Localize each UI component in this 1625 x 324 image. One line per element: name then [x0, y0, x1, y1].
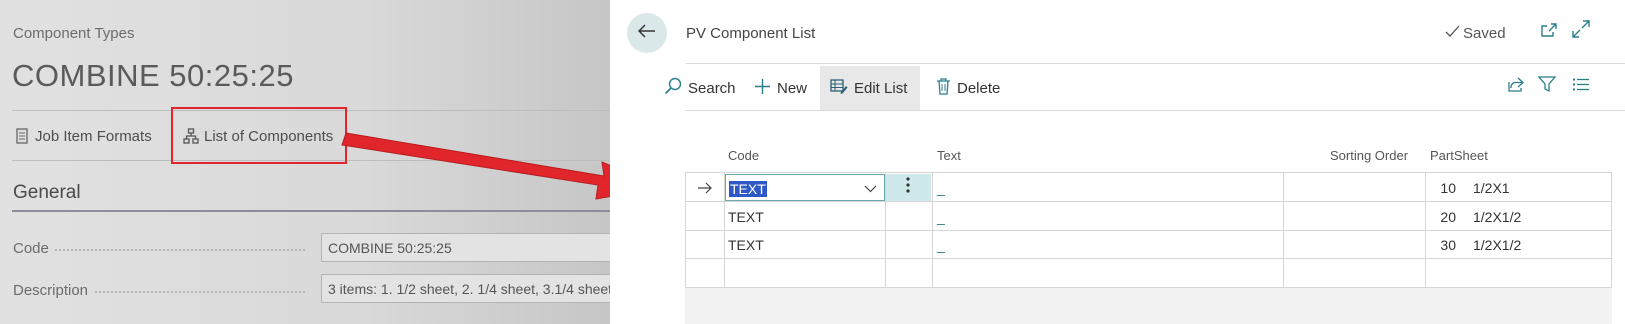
sorting-order-cell[interactable]: 30 — [1345, 230, 1456, 259]
column-header-code[interactable]: Code — [728, 148, 759, 163]
job-item-formats-label: Job Item Formats — [35, 128, 152, 145]
edit-list-label: Edit List — [854, 79, 908, 97]
more-vertical-icon — [906, 177, 910, 198]
expand-button[interactable] — [1570, 19, 1592, 43]
grid-line — [1425, 172, 1426, 287]
code-dropdown[interactable]: TEXT — [725, 174, 885, 201]
page-title: COMBINE 50:25:25 — [12, 58, 294, 93]
delete-button[interactable]: Delete — [926, 66, 1010, 110]
list-view-button[interactable] — [1570, 77, 1592, 97]
column-header-sorting-order[interactable]: Sorting Order — [1330, 148, 1408, 163]
list-view-icon — [1572, 77, 1590, 97]
plus-icon — [754, 78, 771, 99]
checkmark-icon — [1445, 25, 1460, 42]
sorting-order-cell[interactable]: 10 — [1345, 173, 1456, 202]
code-cell: TEXT — [729, 180, 767, 197]
section-underline — [12, 210, 610, 212]
field-leader-dots — [95, 291, 305, 293]
filter-button[interactable] — [1536, 76, 1558, 98]
text-cell[interactable]: _ — [937, 173, 945, 202]
partsheet-cell[interactable]: 1/2X1 — [1473, 173, 1510, 202]
column-header-text[interactable]: Text — [937, 148, 961, 163]
field-leader-dots — [55, 249, 305, 251]
highlight-box — [171, 107, 347, 164]
text-cell[interactable]: _ — [937, 230, 945, 259]
description-field[interactable]: 3 items: 1. 1/2 sheet, 2. 1/4 sheet, 3.1… — [321, 274, 610, 303]
delete-label: Delete — [957, 79, 1001, 97]
column-header-partsheet[interactable]: PartSheet — [1430, 148, 1488, 163]
partsheet-cell[interactable]: 1/2X1/2 — [1473, 230, 1521, 259]
document-icon — [15, 128, 30, 145]
partsheet-cell[interactable]: 1/2X1/2 — [1473, 202, 1521, 231]
open-in-new-window-icon — [1540, 22, 1558, 43]
saved-label: Saved — [1463, 25, 1506, 42]
search-label: Search — [688, 79, 736, 97]
search-button[interactable]: Search — [654, 66, 746, 110]
arrow-left-icon — [637, 23, 656, 43]
trash-icon — [936, 77, 951, 99]
table-row-empty[interactable] — [685, 259, 1612, 288]
filter-icon — [1537, 76, 1557, 98]
table-row[interactable]: TEXT _ 10 1/2X1 — [685, 173, 1612, 202]
grid-empty-area — [685, 288, 1612, 324]
grid-line — [1611, 172, 1612, 287]
saved-status: Saved — [1445, 25, 1506, 42]
toolbar-bottom-border — [686, 110, 1625, 111]
grid-line — [885, 172, 886, 287]
toolbar-top-border — [686, 63, 1625, 64]
table-row[interactable]: TEXT _ 30 1/2X1/2 — [685, 230, 1612, 259]
edit-list-button[interactable]: Edit List — [820, 66, 920, 110]
share-button[interactable] — [1504, 77, 1526, 97]
grid-line — [932, 172, 933, 287]
grid-line — [685, 172, 686, 287]
grid-line — [724, 172, 725, 287]
expand-icon — [1572, 19, 1590, 43]
code-cell[interactable]: TEXT — [728, 202, 764, 231]
new-button[interactable]: New — [744, 66, 817, 110]
text-cell[interactable]: _ — [937, 202, 945, 231]
component-list-panel: PV Component List Saved Search New Edit … — [610, 0, 1625, 324]
open-new-window-button[interactable] — [1538, 22, 1560, 42]
code-field-label: Code — [13, 240, 49, 257]
section-general: General — [13, 182, 81, 203]
search-icon — [664, 77, 682, 99]
code-cell[interactable]: TEXT — [728, 230, 764, 259]
job-item-formats-action[interactable]: Job Item Formats — [15, 128, 152, 145]
chevron-down-icon — [864, 174, 877, 203]
new-label: New — [777, 79, 808, 97]
grid-line — [1283, 172, 1284, 287]
code-field[interactable]: COMBINE 50:25:25 — [321, 233, 610, 262]
share-icon — [1506, 76, 1525, 98]
row-indicator-arrow-icon — [697, 173, 713, 202]
table-row[interactable]: TEXT _ 20 1/2X1/2 — [685, 202, 1612, 231]
description-field-label: Description — [13, 282, 89, 299]
panel-title: PV Component List — [686, 25, 816, 42]
row-actions-button[interactable] — [885, 174, 931, 201]
sorting-order-cell[interactable]: 20 — [1345, 202, 1456, 231]
edit-list-icon — [830, 78, 848, 98]
back-button[interactable] — [627, 13, 667, 53]
page-caption: Component Types — [13, 25, 135, 42]
